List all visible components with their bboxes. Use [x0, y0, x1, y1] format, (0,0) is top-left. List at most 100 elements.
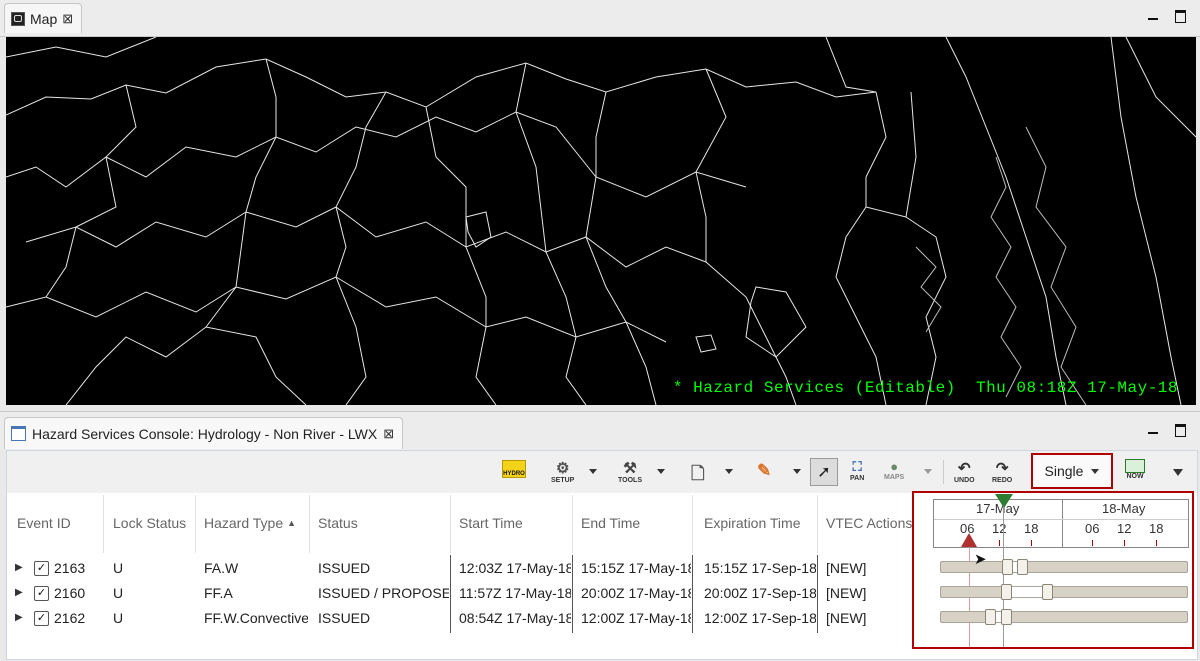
day-divider [1062, 500, 1063, 547]
setup-button[interactable]: ⚙ SETUP [551, 459, 574, 484]
map-tab[interactable]: Map ⊠ [4, 3, 83, 33]
timeline-date-label: 18-May [1102, 501, 1146, 516]
event-id-cell: 2160 [54, 585, 86, 601]
console-view-icon [11, 426, 26, 441]
select-arrow-button[interactable]: ➚ [810, 458, 838, 486]
row-checkbox[interactable]: ✓ [34, 586, 49, 601]
end-time-cell: 20:00Z 17-May-18 [581, 585, 691, 601]
status-cell: ISSUED [318, 610, 371, 626]
timeline-tick [1092, 540, 1093, 546]
chevron-down-icon [1091, 468, 1100, 474]
table-row[interactable]: ▶ ✓ 2163 U FA.W ISSUED 12:03Z 17-May-18 … [7, 558, 912, 580]
column-separator [309, 495, 310, 553]
pan-icon: ⛶ [852, 459, 862, 474]
redo-icon: ↷ [995, 460, 1009, 477]
maximize-icon [1174, 9, 1186, 23]
maps-dropdown-arrow[interactable] [924, 469, 932, 474]
row-checkbox[interactable]: ✓ [34, 561, 49, 576]
column-separator [692, 495, 693, 553]
maps-label: MAPS [884, 474, 905, 481]
map-canvas[interactable]: * Hazard Services (Editable) Thu 08:18Z … [6, 37, 1196, 405]
mouse-cursor-icon: ➤ [974, 551, 987, 568]
console-tab-label: Hazard Services Console: Hydrology - Non… [32, 425, 378, 442]
draw-dropdown-arrow[interactable] [793, 469, 801, 474]
now-label: NOW [1126, 473, 1144, 480]
ruler-divider [934, 519, 1188, 520]
document-button[interactable]: 🗋 [691, 461, 705, 490]
lock-status-cell: U [113, 560, 124, 576]
pan-button[interactable]: ⛶ PAN [850, 459, 864, 482]
console-tab[interactable]: Hazard Services Console: Hydrology - Non… [4, 417, 404, 449]
undo-button[interactable]: ↶ UNDO [954, 459, 975, 484]
start-time-thumb[interactable] [985, 609, 996, 625]
selected-time-line [1003, 507, 1004, 647]
column-header-status[interactable]: Status [318, 511, 358, 535]
pencil-icon: ✎ [757, 461, 772, 480]
column-header-vtec-actions[interactable]: VTEC Actions [826, 511, 914, 535]
current-time-marker[interactable] [961, 533, 977, 547]
timeline-panel[interactable]: 17-May 18-May 06 12 18 06 12 18 ➤ [912, 491, 1194, 649]
timeline-tick [1156, 540, 1157, 546]
vtec-actions-cell: [NEW] [826, 560, 867, 576]
view-menu-icon[interactable] [1173, 469, 1183, 476]
hazard-type-cell: FF.W.Convective [204, 610, 308, 626]
document-dropdown-arrow[interactable] [725, 469, 733, 474]
redo-label: REDO [992, 477, 1013, 484]
column-header-lock-status[interactable]: Lock Status [113, 511, 186, 535]
timeline-tick [1124, 540, 1125, 546]
expand-row-icon[interactable]: ▶ [15, 612, 23, 623]
timeline-hour-label: 06 [1085, 521, 1100, 536]
lock-status-cell: U [113, 610, 124, 626]
expand-row-icon[interactable]: ▶ [15, 587, 23, 598]
tools-label: TOOLS [618, 477, 642, 484]
column-header-expiration-time[interactable]: Expiration Time [704, 511, 800, 535]
column-header-hazard-type[interactable]: Hazard Type ▲ [204, 511, 296, 535]
maximize-console-button[interactable] [1172, 422, 1188, 438]
end-time-thumb[interactable] [1001, 609, 1012, 625]
table-row[interactable]: ▶ ✓ 2160 U FF.A ISSUED / PROPOSED 11:57Z… [7, 583, 912, 605]
timeline-hour-label: 18 [1149, 521, 1164, 536]
redo-button[interactable]: ↷ REDO [992, 459, 1012, 484]
start-time-thumb[interactable] [1002, 559, 1013, 575]
maps-button[interactable]: ● MAPS [884, 459, 904, 481]
console-toolbar: HYDRO ⚙ SETUP ⚒ TOOLS 🗋 ✎ ➚ ⛶ PAN ● MAPS [7, 451, 1197, 493]
expiration-time-cell: 15:15Z 17-Sep-18 [704, 560, 816, 576]
table-row[interactable]: ▶ ✓ 2162 U FF.W.Convective ISSUED 08:54Z… [7, 608, 912, 630]
vtec-actions-cell: [NEW] [826, 585, 867, 601]
end-time-thumb[interactable] [1017, 559, 1028, 575]
row-checkbox[interactable]: ✓ [34, 611, 49, 626]
selection-mode-dropdown[interactable]: Single [1031, 453, 1113, 489]
maximize-map-button[interactable] [1172, 8, 1188, 24]
toolbar-separator [943, 460, 944, 484]
start-time-thumb[interactable] [1001, 584, 1012, 600]
minimize-console-button[interactable] [1145, 422, 1161, 438]
event-timeline-track[interactable] [940, 586, 1188, 598]
setup-dropdown-arrow[interactable] [589, 469, 597, 474]
now-icon [1125, 459, 1145, 473]
expand-row-icon[interactable]: ▶ [15, 562, 23, 573]
end-time-thumb[interactable] [1042, 584, 1053, 600]
close-icon[interactable]: ⊠ [62, 11, 73, 27]
draw-button[interactable]: ✎ [757, 461, 771, 481]
end-time-cell: 12:00Z 17-May-18 [581, 610, 691, 626]
document-icon: 🗋 [691, 464, 705, 483]
timeline-tick [999, 540, 1000, 546]
column-header-event-id[interactable]: Event ID [17, 511, 71, 535]
timeline-hour-label: 18 [1024, 521, 1039, 536]
column-header-start-time[interactable]: Start Time [459, 511, 523, 535]
end-time-cell: 15:15Z 17-May-18 [581, 560, 691, 576]
minimize-map-button[interactable] [1145, 8, 1161, 24]
event-duration-bar [1008, 586, 1046, 598]
now-button[interactable]: NOW [1125, 459, 1145, 480]
selected-time-marker[interactable] [995, 494, 1013, 508]
tools-dropdown-arrow[interactable] [657, 469, 665, 474]
hydro-button[interactable]: HYDRO [502, 460, 526, 478]
close-icon[interactable]: ⊠ [383, 426, 394, 442]
column-separator [572, 495, 573, 553]
event-timeline-track[interactable] [940, 611, 1188, 623]
pan-label: PAN [850, 475, 865, 482]
tools-button[interactable]: ⚒ TOOLS [618, 459, 642, 484]
hydro-label: HYDRO [503, 471, 525, 477]
column-header-end-time[interactable]: End Time [581, 511, 640, 535]
column-separator [450, 495, 451, 553]
